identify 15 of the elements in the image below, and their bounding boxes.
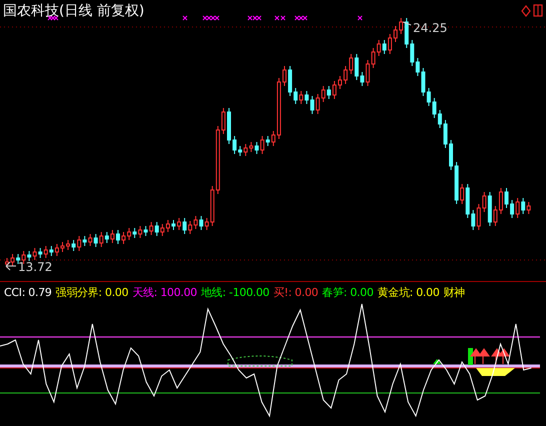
arrow-icon [6,262,16,270]
indicator-reading: CCI: 0.79 [4,285,52,301]
indicator-reading: 黄金坑: 0.00 [377,285,440,301]
high-price-label: 24.25 [413,21,448,35]
chart-title: 国农科技(日线 前复权) [3,2,144,20]
diamond-icon [521,5,531,17]
indicator-reading: 地线: -100.00 [201,285,270,301]
leader-line [402,22,412,26]
indicator-reading: 财神 [443,285,465,301]
indicator-reading: 强弱分界: 0.00 [56,285,128,301]
indicator-reading: 春笋: 0.00 [322,285,374,301]
indicator-reading: 买!: 0.00 [273,285,318,301]
low-price-label: 13.72 [18,260,52,274]
indicator-reading: 天线: 100.00 [132,285,198,301]
square-icon [533,4,543,17]
